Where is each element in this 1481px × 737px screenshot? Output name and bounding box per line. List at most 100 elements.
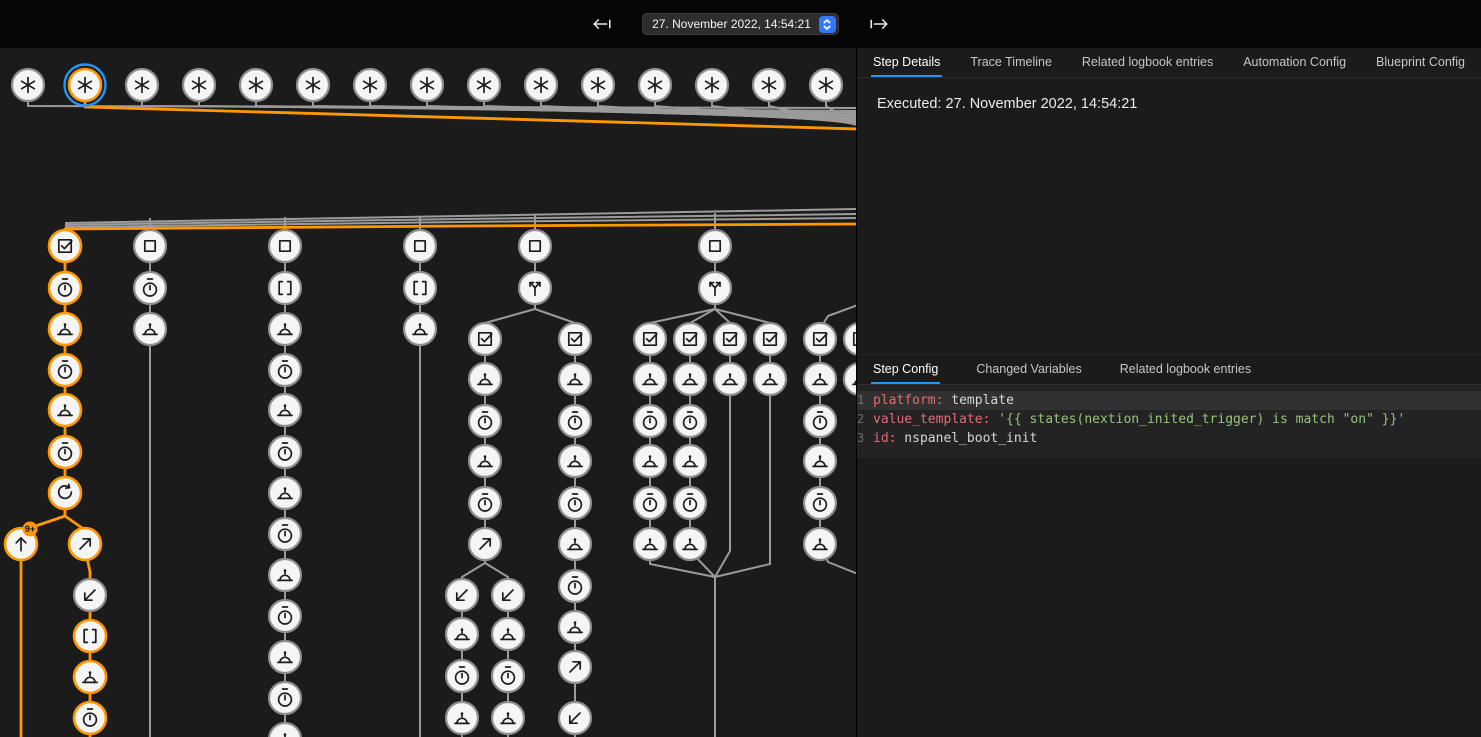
graph-node-delay[interactable] (674, 487, 706, 519)
graph-node-delay[interactable] (49, 272, 81, 304)
graph-node-branch-out[interactable] (559, 651, 591, 683)
graph-node-trigger[interactable] (582, 69, 614, 101)
graph-node-service-call[interactable] (559, 528, 591, 560)
graph-node-condition[interactable] (49, 230, 81, 262)
graph-node-condition[interactable] (634, 323, 666, 355)
graph-node-delay[interactable] (446, 660, 478, 692)
graph-node-trigger[interactable] (354, 69, 386, 101)
previous-trace-button[interactable] (588, 10, 616, 38)
graph-node-service-call[interactable] (74, 661, 106, 693)
graph-node-service-call[interactable] (674, 363, 706, 395)
graph-node-service-call[interactable] (804, 363, 836, 395)
graph-node-device[interactable] (269, 230, 301, 262)
graph-node-service-call[interactable] (492, 618, 524, 650)
graph-node-service-call[interactable] (844, 363, 856, 395)
graph-node-trigger[interactable] (411, 69, 443, 101)
graph-node-service-call[interactable] (469, 363, 501, 395)
graph-node-service-call[interactable] (269, 313, 301, 345)
graph-node-parallel[interactable] (699, 272, 731, 304)
graph-node-delay[interactable] (492, 660, 524, 692)
tab-related-logbook-entries[interactable]: Related logbook entries (1080, 48, 1215, 77)
graph-node-condition[interactable] (559, 323, 591, 355)
yaml-editor[interactable]: 1platform: template2value_template: '{{ … (857, 385, 1481, 458)
graph-node-condition[interactable] (674, 323, 706, 355)
graph-node-service-call[interactable] (674, 528, 706, 560)
graph-node-delay[interactable] (674, 405, 706, 437)
tab-related-logbook-entries[interactable]: Related logbook entries (1118, 355, 1253, 384)
graph-node-choose[interactable] (74, 620, 106, 652)
graph-node-trigger[interactable] (639, 69, 671, 101)
graph-node-branch-in[interactable] (74, 579, 106, 611)
graph-node-service-call[interactable] (446, 618, 478, 650)
tab-changed-variables[interactable]: Changed Variables (974, 355, 1083, 384)
graph-node-branch-in[interactable] (559, 702, 591, 734)
graph-node-delay[interactable] (469, 487, 501, 519)
next-trace-button[interactable] (865, 10, 893, 38)
graph-node-delay[interactable] (134, 272, 166, 304)
graph-node-trigger[interactable] (525, 69, 557, 101)
graph-node-service-call[interactable] (269, 559, 301, 591)
graph-node-condition[interactable] (714, 323, 746, 355)
graph-node-condition[interactable] (469, 323, 501, 355)
graph-node-service-call[interactable] (754, 363, 786, 395)
graph-node-trigger[interactable] (126, 69, 158, 101)
graph-node-trigger[interactable] (65, 65, 106, 106)
tab-step-details[interactable]: Step Details (871, 48, 942, 77)
graph-node-service-call[interactable] (134, 313, 166, 345)
graph-node-device[interactable] (134, 230, 166, 262)
graph-node-trigger[interactable] (810, 69, 842, 101)
graph-node-service-call[interactable] (674, 445, 706, 477)
graph-node-delay[interactable] (269, 600, 301, 632)
graph-node-condition[interactable] (804, 323, 836, 355)
graph-node-service-call[interactable] (634, 528, 666, 560)
graph-node-device[interactable] (699, 230, 731, 262)
graph-node-service-call[interactable] (49, 313, 81, 345)
graph-node-delay[interactable] (74, 702, 106, 734)
graph-node-service-call[interactable] (634, 445, 666, 477)
graph-node-delay[interactable] (49, 436, 81, 468)
tab-step-config[interactable]: Step Config (871, 355, 940, 384)
graph-node-delay[interactable] (559, 570, 591, 602)
graph-node-delay[interactable] (559, 487, 591, 519)
graph-node-trigger[interactable] (753, 69, 785, 101)
graph-node-service-call[interactable] (49, 394, 81, 426)
graph-node-delay[interactable] (269, 436, 301, 468)
graph-node-delay[interactable] (469, 405, 501, 437)
graph-node-delay[interactable] (49, 354, 81, 386)
graph-node-branch-in[interactable] (492, 579, 524, 611)
graph-node-trigger[interactable] (468, 69, 500, 101)
graph-node-branch-out[interactable] (469, 528, 501, 560)
graph-node-service-call[interactable] (269, 477, 301, 509)
graph-node-service-call[interactable] (714, 363, 746, 395)
graph-node-delay[interactable] (804, 405, 836, 437)
graph-node-service-call[interactable] (269, 723, 301, 737)
graph-node-branch-out[interactable] (69, 528, 101, 560)
graph-node-parallel[interactable] (519, 272, 551, 304)
tab-blueprint-config[interactable]: Blueprint Config (1374, 48, 1467, 77)
graph-node-trigger[interactable] (240, 69, 272, 101)
graph-node-service-call[interactable] (469, 445, 501, 477)
graph-node-trigger[interactable] (696, 69, 728, 101)
graph-node-device[interactable] (519, 230, 551, 262)
graph-node-service-call[interactable] (804, 528, 836, 560)
graph-node-service-call[interactable] (559, 445, 591, 477)
graph-node-condition[interactable] (754, 323, 786, 355)
graph-node-choose[interactable] (404, 272, 436, 304)
graph-node-traverse-up[interactable]: 9+ (5, 522, 38, 561)
graph-node-service-call[interactable] (804, 445, 836, 477)
graph-node-service-call[interactable] (446, 702, 478, 734)
graph-node-delay[interactable] (269, 682, 301, 714)
trace-picker-select[interactable]: 27. November 2022, 14:54:21 (642, 13, 839, 35)
graph-node-condition[interactable] (844, 323, 856, 355)
graph-node-branch-in[interactable] (446, 579, 478, 611)
tab-trace-timeline[interactable]: Trace Timeline (968, 48, 1054, 77)
tab-automation-config[interactable]: Automation Config (1241, 48, 1348, 77)
graph-node-delay[interactable] (559, 405, 591, 437)
graph-node-device[interactable] (404, 230, 436, 262)
graph-node-service-call[interactable] (634, 363, 666, 395)
graph-node-service-call[interactable] (269, 394, 301, 426)
graph-node-service-call[interactable] (559, 363, 591, 395)
graph-node-service-call[interactable] (492, 702, 524, 734)
graph-node-repeat[interactable] (49, 477, 81, 509)
graph-node-delay[interactable] (634, 487, 666, 519)
